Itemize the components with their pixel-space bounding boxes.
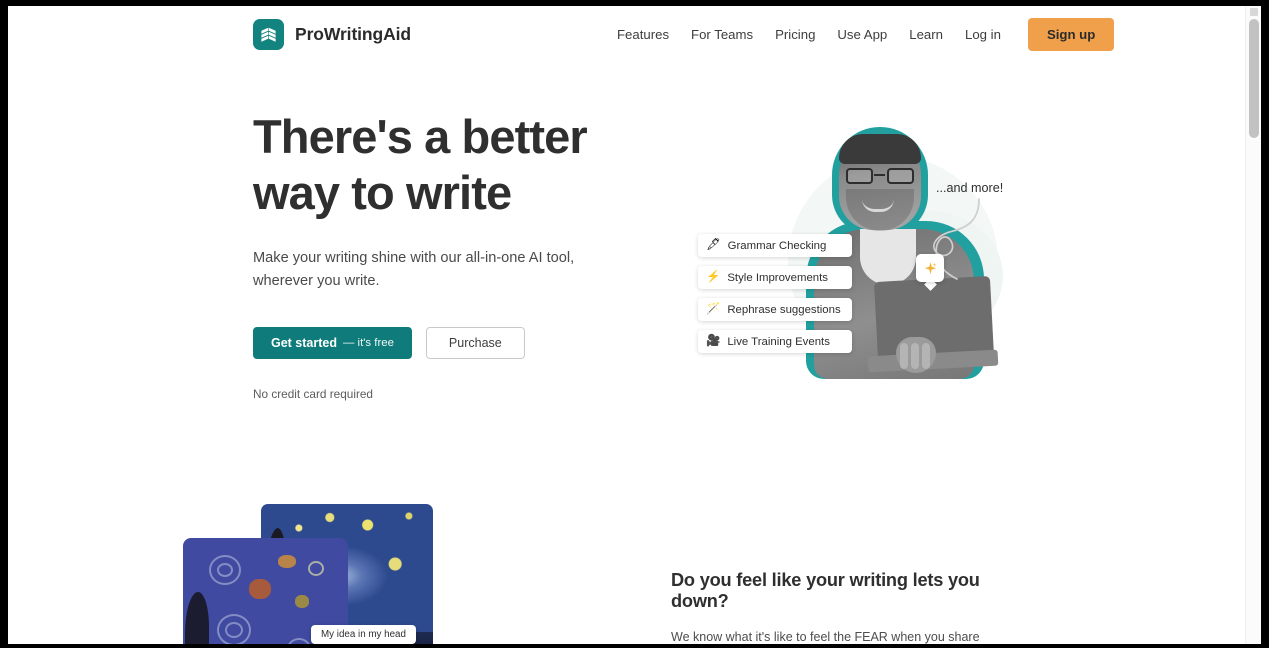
get-started-button[interactable]: Get started — it's free: [253, 327, 412, 359]
main-navigation: Features For Teams Pricing Use App Learn…: [606, 17, 1115, 51]
nav-link-use-app[interactable]: Use App: [826, 19, 898, 50]
nav-link-pricing[interactable]: Pricing: [764, 19, 826, 50]
feature-pill-label: Rephrase suggestions: [727, 303, 841, 316]
spiral-shape: [225, 622, 243, 638]
and-more-callout: ...and more!: [936, 181, 1004, 195]
glasses-lens-left: [846, 168, 873, 184]
feature-pill-label: Style Improvements: [727, 271, 828, 284]
feature-pill-grammar-checking: 🖋 Grammar Checking: [698, 234, 852, 257]
magic-wand-icon: 🪄: [706, 302, 721, 315]
movie-camera-icon: 🎥: [706, 334, 721, 347]
brand-logo-link[interactable]: ProWritingAid: [253, 18, 412, 50]
feather-pen-icon: 🖋: [706, 238, 721, 251]
person-shirt: [860, 229, 916, 285]
nav-link-for-teams[interactable]: For Teams: [680, 19, 764, 50]
finger: [900, 343, 908, 369]
hero-actions: Get started — it's free Purchase: [253, 327, 633, 359]
spiral-shape: [217, 563, 233, 577]
feature-pill-list: 🖋 Grammar Checking ⚡ Style Improvements …: [698, 234, 852, 353]
idea-caption-label: My idea in my head: [311, 625, 416, 644]
sign-up-button[interactable]: Sign up: [1027, 17, 1115, 51]
nav-link-features[interactable]: Features: [606, 19, 680, 50]
get-started-label: Get started: [271, 336, 337, 350]
scroll-up-arrow-icon[interactable]: [1250, 8, 1258, 16]
person-glasses-icon: [845, 168, 915, 184]
nav-link-log-in[interactable]: Log in: [954, 19, 1012, 50]
hero-title-line-2: way to write: [253, 166, 512, 219]
hero-title-line-1: There's a better: [253, 110, 588, 163]
vertical-scrollbar[interactable]: [1245, 6, 1261, 644]
browser-frame: ProWritingAid Features For Teams Pricing…: [0, 0, 1269, 648]
yellow-star-blob: [295, 595, 309, 608]
feature-pill-style-improvements: ⚡ Style Improvements: [698, 266, 852, 289]
sparkles-icon: [916, 254, 944, 282]
hero-illustration: 🖋 Grammar Checking ⚡ Style Improvements …: [668, 101, 1038, 401]
section2-text-block: Do you feel like your writing lets you d…: [671, 570, 1023, 644]
drawing-cypress-tree: [185, 592, 209, 644]
writing-lets-you-down-section: My idea in my head Do you feel like your…: [8, 504, 1245, 644]
book-pages-icon: [253, 18, 284, 50]
section2-title: Do you feel like your writing lets you d…: [671, 570, 980, 611]
feature-pill-label: Live Training Events: [727, 335, 830, 348]
hero-text-block: There's a better way to write Make your …: [253, 109, 633, 401]
feature-pill-rephrase-suggestions: 🪄 Rephrase suggestions: [698, 298, 852, 321]
scrollbar-thumb[interactable]: [1249, 19, 1259, 138]
brand-name: ProWritingAid: [295, 23, 412, 44]
glasses-lens-right: [887, 168, 914, 184]
nav-link-learn[interactable]: Learn: [898, 19, 954, 50]
site-header: ProWritingAid Features For Teams Pricing…: [8, 6, 1245, 62]
hero-subtitle: Make your writing shine with our all-in-…: [253, 250, 575, 289]
spiral-shape: [308, 561, 324, 576]
browser-viewport: ProWritingAid Features For Teams Pricing…: [8, 6, 1261, 644]
person-hair: [839, 134, 921, 164]
lightning-bolt-icon: ⚡: [706, 270, 721, 283]
yellow-star-blob: [278, 555, 296, 568]
feature-pill-live-training-events: 🎥 Live Training Events: [698, 330, 852, 353]
page-content: ProWritingAid Features For Teams Pricing…: [8, 6, 1245, 644]
purchase-button[interactable]: Purchase: [425, 327, 525, 359]
get-started-free-suffix: — it's free: [343, 337, 394, 349]
finger: [922, 343, 930, 369]
section2-paragraph: We know what it's like to feel the FEAR …: [671, 630, 980, 644]
finger: [911, 343, 919, 369]
feature-pill-label: Grammar Checking: [727, 239, 827, 252]
page-title: There's a better way to write: [253, 109, 633, 221]
no-credit-card-note: No credit card required: [253, 387, 373, 401]
orange-star-blob: [249, 579, 271, 599]
glasses-bridge: [874, 174, 885, 177]
